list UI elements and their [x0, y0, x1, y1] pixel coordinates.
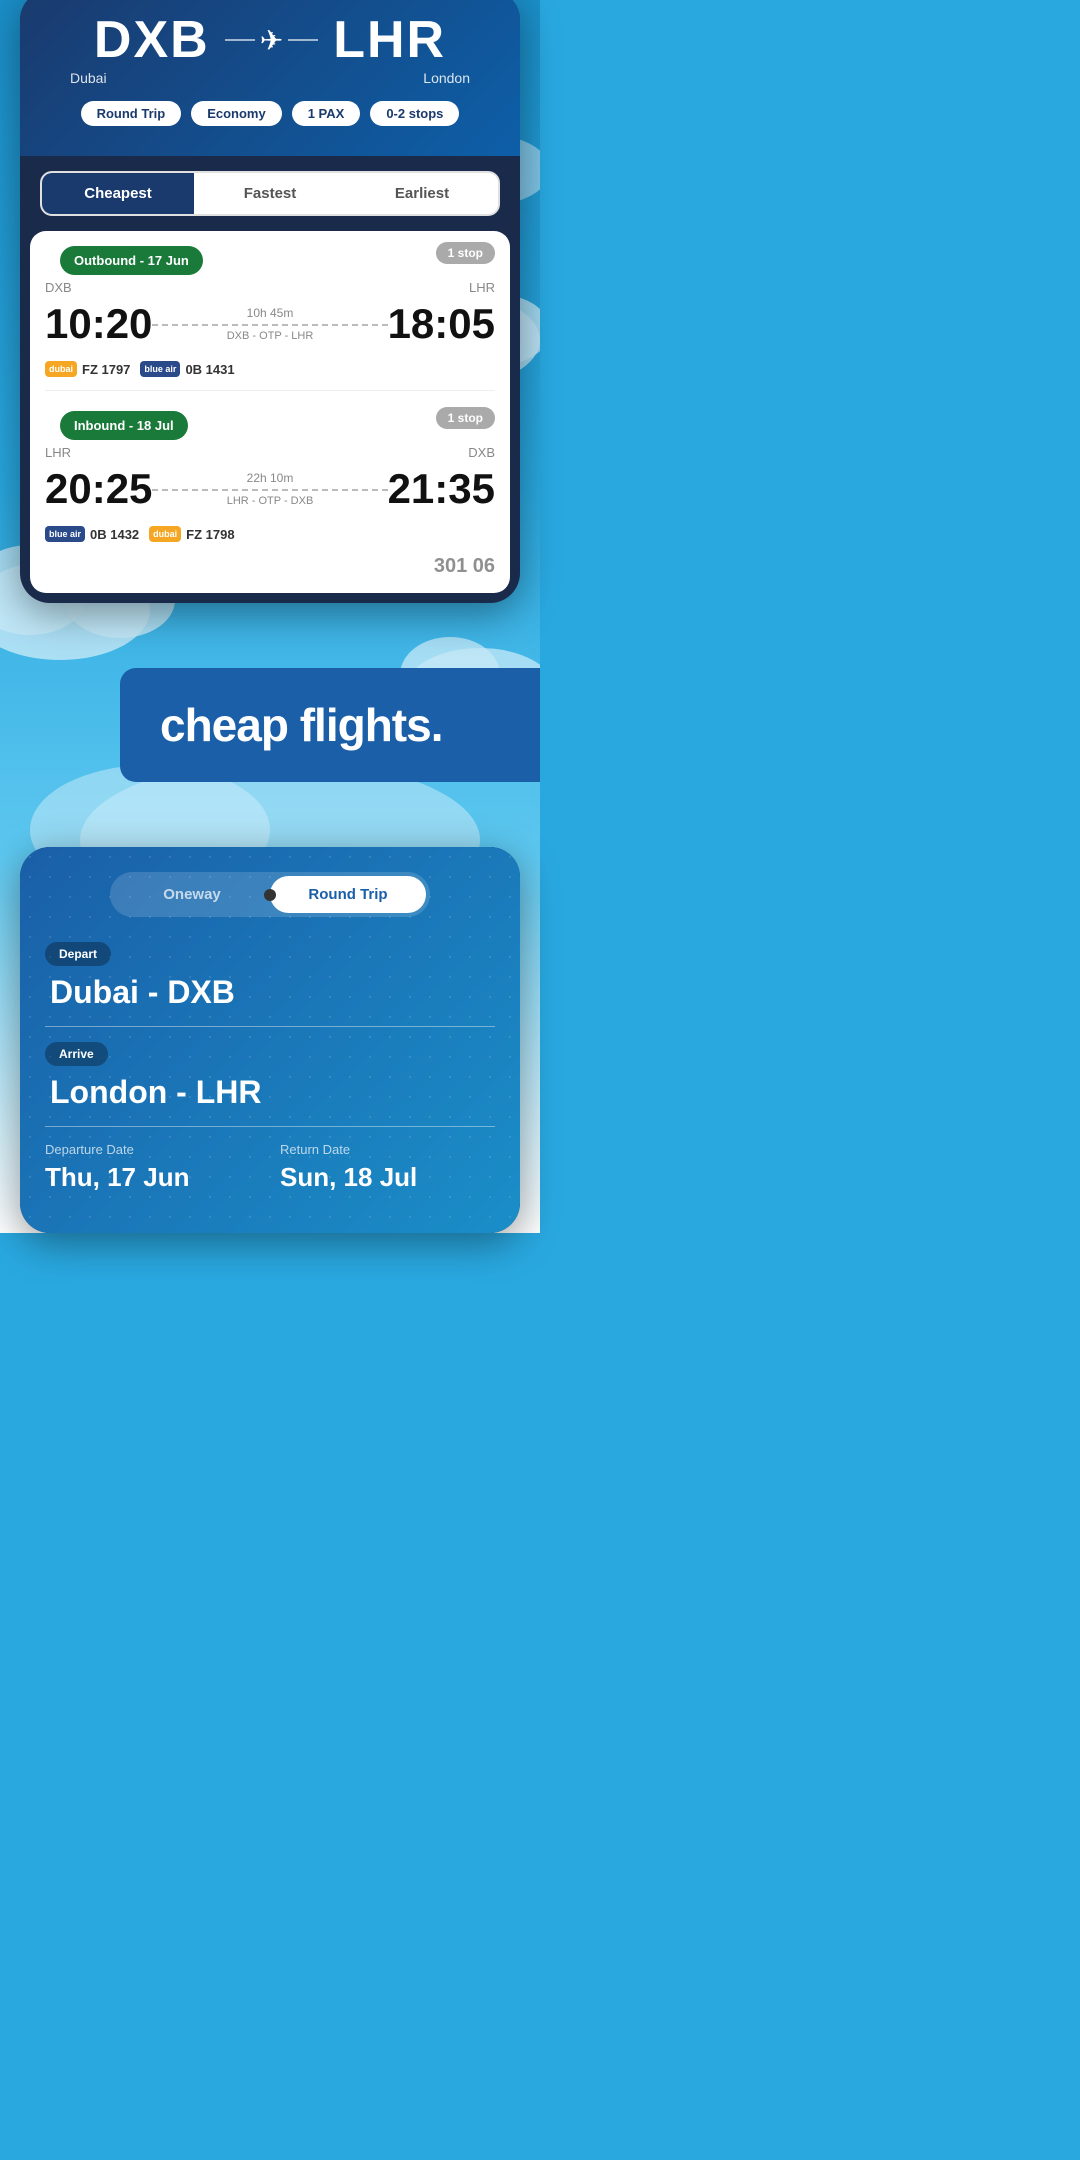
- departure-date-block[interactable]: Departure Date Thu, 17 Jun: [45, 1142, 260, 1193]
- outbound-flight-2-no: 0B 1431: [185, 362, 234, 377]
- inbound-origin-label: LHR: [45, 445, 71, 460]
- departure-date-label: Departure Date: [45, 1142, 260, 1157]
- inbound-label: Inbound - 18 Jul: [60, 411, 188, 440]
- toggle-indicator: [264, 889, 276, 901]
- cabin-filter[interactable]: Economy: [191, 101, 282, 126]
- inbound-flights: blue air 0B 1432 dubai FZ 1798: [30, 518, 510, 550]
- origin-code: DXB: [94, 10, 210, 70]
- outbound-flight-2: blue air 0B 1431: [140, 361, 234, 377]
- cheap-flights-banner: cheap flights.: [120, 668, 540, 782]
- plane-icon: ✈: [260, 24, 283, 57]
- outbound-depart-time: 10:20: [45, 300, 152, 348]
- outbound-label: Outbound - 17 Jun: [60, 246, 203, 275]
- return-date-value: Sun, 18 Jul: [280, 1162, 495, 1193]
- tab-fastest[interactable]: Fastest: [194, 173, 346, 214]
- outbound-flights: dubai FZ 1797 blue air 0B 1431: [30, 353, 510, 385]
- outbound-dest-label: LHR: [469, 280, 495, 295]
- inbound-route: LHR - OTP - DXB: [152, 495, 387, 507]
- inbound-segment: Inbound - 18 Jul 1 stop LHR DXB 20:25 22…: [30, 396, 510, 550]
- trip-type-filter[interactable]: Round Trip: [81, 101, 182, 126]
- return-date-label: Return Date: [280, 1142, 495, 1157]
- inbound-flight-2-no: FZ 1798: [186, 527, 234, 542]
- blueair-logo-1: blue air: [140, 361, 180, 377]
- tab-cheapest[interactable]: Cheapest: [42, 173, 194, 214]
- inbound-depart-time: 20:25: [45, 465, 152, 513]
- dubai-logo-2: dubai: [149, 526, 181, 542]
- depart-label: Depart: [45, 942, 111, 966]
- dest-city: London: [423, 70, 470, 86]
- depart-city[interactable]: Dubai - DXB: [45, 974, 495, 1011]
- inbound-flight-1-no: 0B 1432: [90, 527, 139, 542]
- sort-tabs: Cheapest Fastest Earliest: [40, 171, 500, 216]
- flight-results: Outbound - 17 Jun 1 stop DXB LHR 10:20 1…: [30, 231, 510, 593]
- origin-city: Dubai: [70, 70, 107, 86]
- arrive-city[interactable]: London - LHR: [45, 1074, 495, 1111]
- trip-type-toggle[interactable]: Oneway Round Trip: [110, 872, 430, 917]
- blueair-logo-2: blue air: [45, 526, 85, 542]
- return-date-block[interactable]: Return Date Sun, 18 Jul: [280, 1142, 495, 1193]
- toggle-roundtrip[interactable]: Round Trip: [270, 876, 426, 913]
- price-preview: 301 06: [30, 550, 510, 583]
- departure-date-value: Thu, 17 Jun: [45, 1162, 260, 1193]
- tab-earliest[interactable]: Earliest: [346, 173, 498, 214]
- dest-code: LHR: [333, 10, 446, 70]
- outbound-duration: 10h 45m: [152, 306, 387, 320]
- arrive-label: Arrive: [45, 1042, 108, 1066]
- outbound-origin-label: DXB: [45, 280, 72, 295]
- stops-filter[interactable]: 0-2 stops: [370, 101, 459, 126]
- inbound-duration: 22h 10m: [152, 471, 387, 485]
- search-form: Depart Dubai - DXB Arrive London - LHR D…: [45, 942, 495, 1193]
- inbound-stops: 1 stop: [436, 407, 495, 429]
- phone-card-top: DXB ✈ LHR Dubai London Round Trip Econom…: [20, 0, 520, 603]
- phone-card-bottom: Oneway Round Trip Depart Dubai - DXB Arr…: [20, 847, 520, 1233]
- inbound-dest-label: DXB: [468, 445, 495, 460]
- outbound-flight-1-no: FZ 1797: [82, 362, 130, 377]
- dates-section: Departure Date Thu, 17 Jun Return Date S…: [45, 1142, 495, 1193]
- toggle-oneway[interactable]: Oneway: [114, 876, 270, 913]
- dubai-logo-1: dubai: [45, 361, 77, 377]
- outbound-route: DXB - OTP - LHR: [152, 330, 387, 342]
- outbound-flight-1: dubai FZ 1797: [45, 361, 130, 377]
- banner-text: cheap flights.: [160, 698, 490, 752]
- outbound-stops: 1 stop: [436, 242, 495, 264]
- inbound-flight-1: blue air 0B 1432: [45, 526, 139, 542]
- inbound-arrive-time: 21:35: [388, 465, 495, 513]
- inbound-flight-2: dubai FZ 1798: [149, 526, 234, 542]
- outbound-segment: Outbound - 17 Jun 1 stop DXB LHR 10:20 1…: [30, 231, 510, 385]
- outbound-arrive-time: 18:05: [388, 300, 495, 348]
- pax-filter[interactable]: 1 PAX: [292, 101, 361, 126]
